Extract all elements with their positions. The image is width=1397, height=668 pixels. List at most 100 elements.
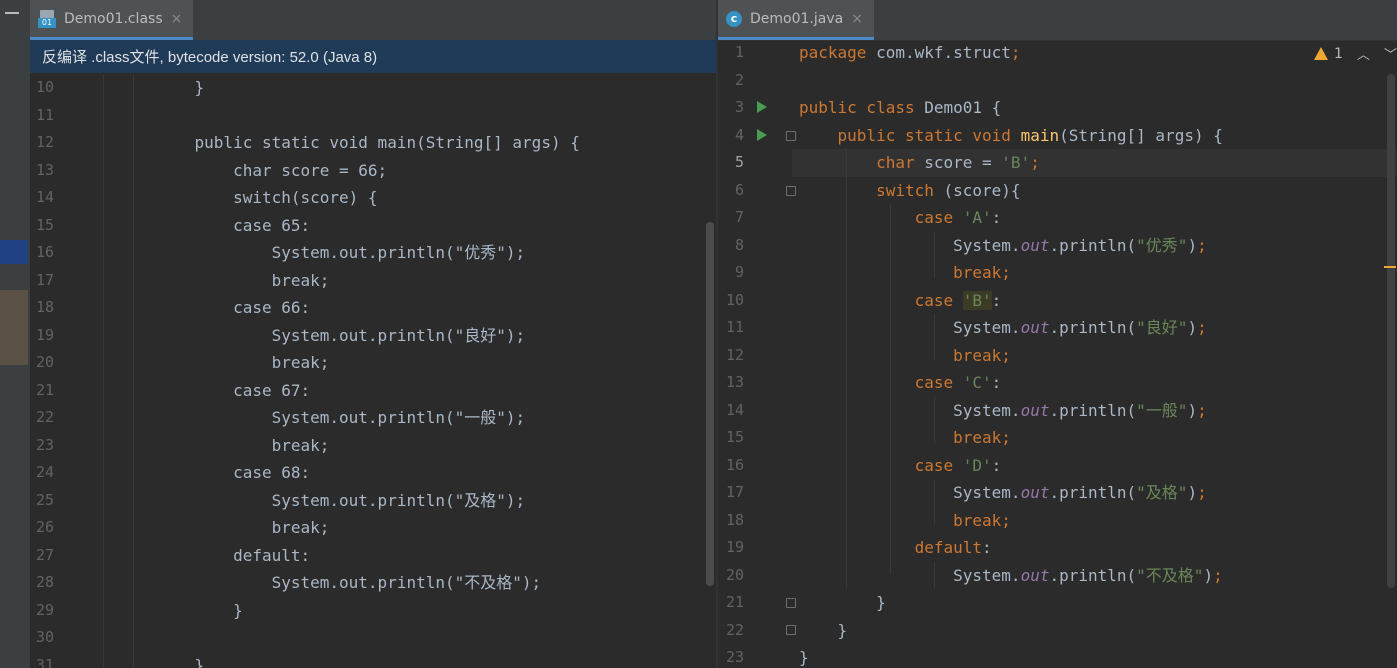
- code-line: switch(score) {: [156, 188, 378, 207]
- line-number: 16: [725, 455, 744, 474]
- code-line: System.out.println("优秀");: [799, 232, 1207, 260]
- code-token: main: [1020, 125, 1060, 145]
- code-token: out: [1020, 235, 1050, 255]
- vertical-scrollbar[interactable]: [1387, 74, 1395, 588]
- code-token: switch: [876, 180, 944, 200]
- line-number: 10: [725, 290, 744, 309]
- line-number: 7: [734, 208, 744, 226]
- code-line: System.out.println("不及格");: [156, 573, 542, 592]
- code-line: break;: [799, 507, 1011, 535]
- code-token: "一般": [1136, 400, 1188, 420]
- decompiled-editor-pane: 01 Demo01.class × 反编译 .class文件, bytecode…: [30, 0, 716, 668]
- tab-title: Demo01.class: [64, 10, 163, 27]
- code-token: Demo01 {: [924, 98, 1002, 117]
- java-class-icon: c: [726, 10, 742, 27]
- tab-demo01-java[interactable]: c Demo01.java ×: [718, 0, 874, 40]
- code-token: ;: [1030, 153, 1040, 172]
- line-number: 21: [725, 593, 744, 611]
- fold-icon[interactable]: [786, 186, 796, 196]
- line-number: 16: [36, 243, 55, 261]
- code-line: case 'D':: [799, 452, 1002, 480]
- code-token: :: [982, 538, 992, 557]
- code-token: :: [991, 208, 1002, 227]
- decompiler-banner: 反编译 .class文件, bytecode version: 52.0 (Ja…: [30, 40, 716, 73]
- line-number: 23: [36, 435, 55, 454]
- code-token: System.: [799, 400, 1021, 420]
- code-line: break;: [156, 435, 330, 455]
- code-line: case 65:: [156, 215, 311, 235]
- code-line: case 67:: [156, 380, 311, 400]
- line-number: 4: [734, 125, 744, 144]
- code-token: }: [799, 620, 848, 640]
- code-token: .println(: [1049, 565, 1137, 585]
- previous-highlight-icon[interactable]: ︿: [1357, 44, 1370, 63]
- line-number: 25: [36, 490, 55, 509]
- run-main-icon[interactable]: [757, 129, 767, 141]
- run-class-icon[interactable]: [757, 101, 767, 113]
- selection-marker: [0, 240, 28, 264]
- indent-guide: [133, 74, 134, 668]
- tab-demo01-class[interactable]: 01 Demo01.class ×: [30, 0, 193, 40]
- warning-stripe-marker[interactable]: [1384, 266, 1396, 268]
- code-line: break;: [156, 353, 330, 372]
- code-token: System.: [799, 483, 1021, 502]
- highlight-marker: [0, 290, 28, 365]
- inspection-widget[interactable]: 1 ︿ ﹀: [1314, 44, 1397, 63]
- fold-icon[interactable]: [786, 131, 796, 141]
- code-line: package com.wkf.struct;: [799, 39, 1021, 67]
- code-line: case 66:: [156, 298, 311, 317]
- code-token: System.: [799, 565, 1021, 585]
- line-number: 6: [734, 180, 744, 199]
- code-token: ): [1187, 318, 1198, 337]
- vertical-scrollbar[interactable]: [706, 222, 714, 586]
- line-number: 20: [725, 565, 744, 584]
- code-token: }: [799, 593, 886, 612]
- line-number: 10: [36, 78, 55, 96]
- line-number: 28: [36, 573, 55, 591]
- line-number: 12: [36, 133, 55, 151]
- code-line: break;: [799, 342, 1011, 370]
- minimize-icon[interactable]: [5, 12, 19, 14]
- next-highlight-icon[interactable]: ﹀: [1384, 44, 1397, 63]
- code-token: case: [914, 290, 963, 310]
- fold-icon[interactable]: [786, 598, 796, 608]
- line-number: 20: [36, 353, 55, 371]
- line-number: 13: [725, 373, 744, 391]
- code-token: com.wkf.struct: [876, 43, 1011, 62]
- code-token: case: [914, 208, 963, 227]
- code-token: :: [991, 455, 1002, 475]
- line-number: 23: [725, 648, 744, 666]
- code-token: default: [914, 538, 983, 557]
- code-line: System.out.println("优秀");: [156, 243, 526, 262]
- line-number: 31: [36, 655, 55, 668]
- code-token: out: [1020, 318, 1050, 337]
- line-number: 17: [36, 270, 55, 289]
- code-token: public static void: [837, 125, 1021, 145]
- code-token: case: [914, 373, 963, 392]
- code-token: ;: [1197, 318, 1207, 337]
- line-number: 9: [734, 263, 744, 281]
- warning-count: 1: [1334, 45, 1343, 62]
- code-token: 'C': [962, 373, 992, 392]
- line-number: 27: [36, 545, 55, 564]
- close-tab-icon[interactable]: ×: [171, 11, 183, 27]
- code-token: .println(: [1049, 483, 1137, 502]
- code-line: public class Demo01 {: [799, 94, 1001, 122]
- warning-icon: [1314, 47, 1328, 60]
- code-line: }: [799, 589, 886, 617]
- close-tab-icon[interactable]: ×: [851, 11, 863, 27]
- code-token: out: [1020, 565, 1050, 585]
- line-number: 5: [734, 153, 744, 171]
- code-token: ): [1203, 565, 1214, 585]
- code-line: System.out.println("一般");: [156, 408, 526, 427]
- line-number: 8: [734, 235, 744, 254]
- source-editor-pane: c Demo01.java × 1 2 3 4 5 6 7 8 9 10 11 12 13 14 15 16 1…: [718, 0, 1397, 668]
- banner-text: 反编译 .class文件, bytecode version: 52.0 (Ja…: [42, 49, 378, 66]
- code-token: .println(: [1049, 400, 1137, 420]
- fold-icon[interactable]: [786, 625, 796, 635]
